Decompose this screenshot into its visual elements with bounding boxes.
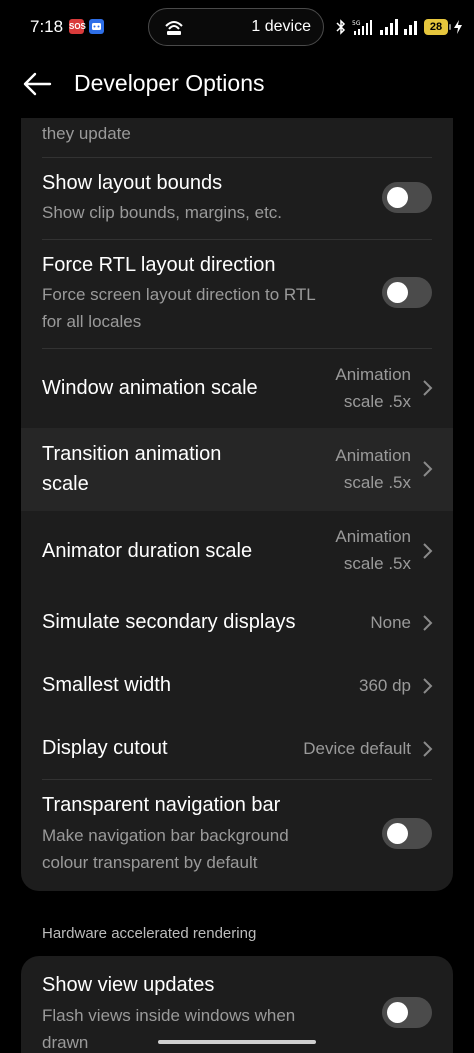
partial-setting-row[interactable]: they update <box>21 118 453 157</box>
device-connection-icon <box>165 21 183 35</box>
settings-list[interactable]: they update Show layout bounds Show clip… <box>0 118 474 1053</box>
setting-title: Animator duration scale <box>42 540 253 562</box>
setting-subtitle: Show clip bounds, margins, etc. <box>42 203 283 222</box>
display-cutout-row[interactable]: Display cutout Device default <box>21 717 453 780</box>
window-animation-scale-row[interactable]: Window animation scale Animation scale .… <box>21 349 453 428</box>
status-icons: 5G 28 <box>336 16 462 38</box>
transparent-navigation-bar-row[interactable]: Transparent navigation bar Make navigati… <box>21 780 453 891</box>
toggle-knob <box>387 823 408 844</box>
setting-value: Device default <box>303 739 411 758</box>
chevron-right-icon <box>423 678 433 694</box>
chevron-right-icon <box>423 461 433 477</box>
setting-value: 360 dp <box>359 676 411 695</box>
toggle-knob <box>387 1002 408 1023</box>
hardware-settings-card: Show view updates Flash views inside win… <box>21 956 453 1053</box>
toggle-knob <box>387 282 408 303</box>
animator-duration-scale-row[interactable]: Animator duration scale Animation scale … <box>21 511 453 591</box>
sos-notification-icon: SOS <box>69 19 86 34</box>
setting-subtitle: Flash views inside windows when <box>42 1006 296 1025</box>
chevron-right-icon <box>423 543 433 559</box>
toggle-knob <box>387 187 408 208</box>
show-view-updates-toggle[interactable] <box>382 997 432 1028</box>
status-bar: 7:18 SOS 1 device 5G 28 <box>0 0 474 56</box>
page-title: Developer Options <box>74 70 265 96</box>
setting-subtitle: Make navigation bar background <box>42 826 289 845</box>
force-rtl-row[interactable]: Force RTL layout direction Force screen … <box>21 240 453 349</box>
app-bar: Developer Options <box>0 56 474 118</box>
charging-icon <box>454 18 462 36</box>
setting-subtitle-2: colour transparent by default <box>42 853 258 872</box>
connected-devices-pill[interactable]: 1 device <box>148 8 324 46</box>
simulate-secondary-displays-row[interactable]: Simulate secondary displays None <box>21 591 453 654</box>
svg-text:5G: 5G <box>352 20 361 27</box>
setting-value-2: scale .5x <box>343 392 411 411</box>
gesture-navigation-handle[interactable] <box>158 1040 316 1044</box>
partial-setting-subtitle: they update <box>42 124 131 143</box>
setting-title: Smallest width <box>42 674 171 696</box>
force-rtl-toggle[interactable] <box>382 277 432 308</box>
transition-animation-scale-row[interactable]: Transition animation scale Animation sca… <box>21 428 453 511</box>
chevron-right-icon <box>423 380 433 396</box>
setting-title: Show layout bounds <box>42 172 223 194</box>
app-notification-icon <box>89 19 104 34</box>
show-layout-bounds-toggle[interactable] <box>382 182 432 213</box>
setting-title: Transition animation <box>42 443 222 465</box>
setting-title: Window animation scale <box>42 377 258 399</box>
setting-title-2: scale <box>42 473 89 495</box>
chevron-right-icon <box>423 741 433 757</box>
connected-devices-count: 1 device <box>251 18 311 35</box>
setting-title: Display cutout <box>42 737 168 759</box>
setting-title: Simulate secondary displays <box>42 611 296 633</box>
battery-icon: 28 <box>424 19 451 35</box>
transparent-navigation-bar-toggle[interactable] <box>382 818 432 849</box>
signal-strength-icon <box>380 18 398 36</box>
setting-value: Animation <box>335 527 411 546</box>
setting-subtitle-2: for all locales <box>42 312 142 331</box>
status-time: 7:18 <box>30 17 64 36</box>
signal-5g-icon: 5G <box>352 18 374 36</box>
show-view-updates-row[interactable]: Show view updates Flash views inside win… <box>21 956 453 1053</box>
setting-title: Show view updates <box>42 974 215 996</box>
bluetooth-icon <box>336 18 346 36</box>
setting-subtitle-2: drawn <box>42 1033 89 1052</box>
setting-value: None <box>370 613 411 632</box>
section-header-hardware-rendering: Hardware accelerated rendering <box>42 925 257 942</box>
chevron-right-icon <box>423 615 433 631</box>
wifi-icon <box>404 18 418 36</box>
setting-title: Transparent navigation bar <box>42 794 281 816</box>
setting-value: Animation <box>335 365 411 384</box>
show-layout-bounds-row[interactable]: Show layout bounds Show clip bounds, mar… <box>21 158 453 240</box>
smallest-width-row[interactable]: Smallest width 360 dp <box>21 654 453 717</box>
setting-value-2: scale .5x <box>343 473 411 492</box>
setting-title: Force RTL layout direction <box>42 254 276 276</box>
back-arrow-icon[interactable] <box>22 69 52 99</box>
setting-subtitle: Force screen layout direction to RTL <box>42 285 316 304</box>
settings-card: they update Show layout bounds Show clip… <box>21 118 453 891</box>
setting-value-2: scale .5x <box>343 554 411 573</box>
setting-value: Animation <box>335 446 411 465</box>
